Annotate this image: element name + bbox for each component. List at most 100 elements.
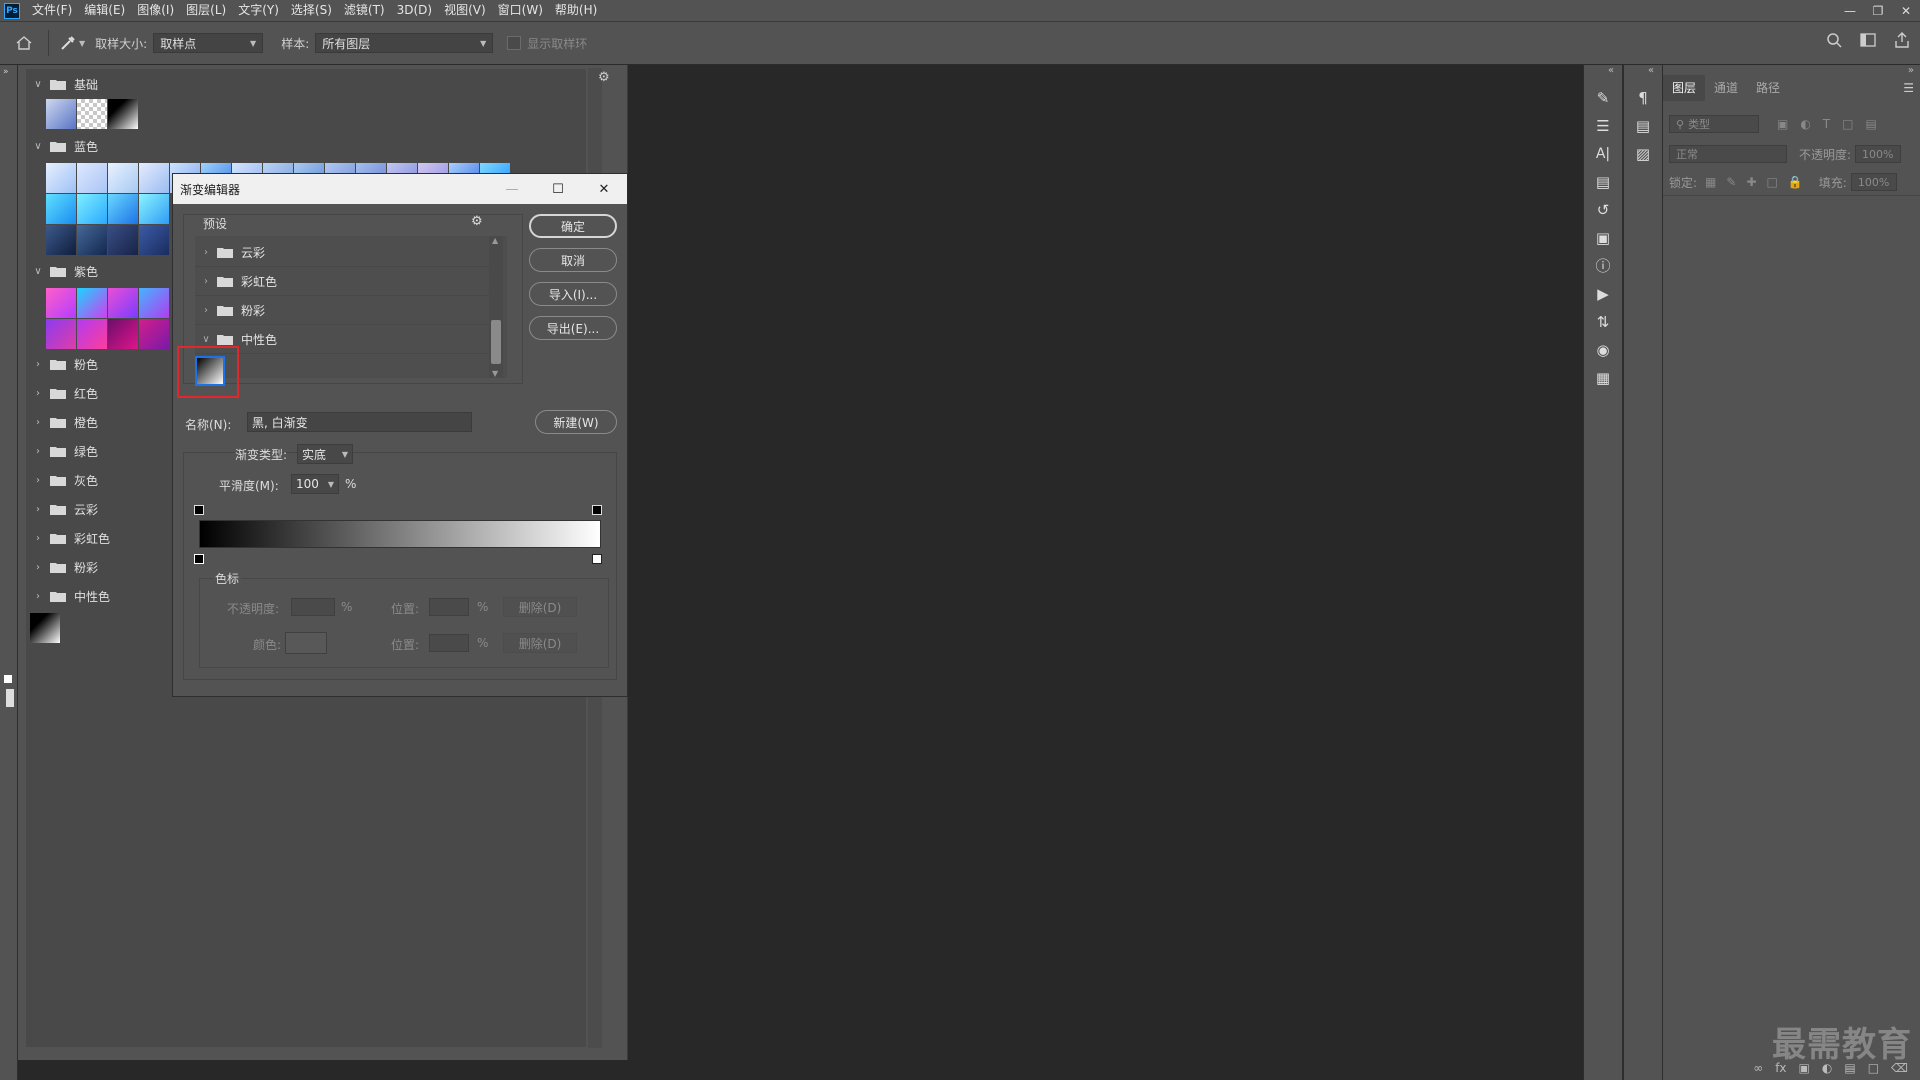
menu-filter[interactable]: 滤镜(T) [338, 0, 391, 21]
workspace-icon[interactable] [1860, 32, 1876, 48]
gradient-swatch[interactable] [77, 194, 107, 224]
link-icon[interactable]: ∞ [1753, 1061, 1763, 1075]
table-icon[interactable]: ▦ [1584, 367, 1622, 389]
gear-icon[interactable]: ⚙ [598, 70, 610, 85]
gradient-swatch[interactable] [108, 99, 138, 129]
new-button[interactable]: 新建(W) [535, 410, 617, 434]
delete-color-stop-button[interactable]: 删除(D) [503, 633, 577, 653]
character-icon[interactable]: A| [1584, 143, 1622, 165]
tab-layers[interactable]: 图层 [1663, 75, 1706, 101]
stop-color-location-field[interactable] [429, 634, 469, 652]
properties-icon[interactable]: ⇅ [1584, 311, 1622, 333]
color-stop-right[interactable] [592, 554, 602, 564]
gradient-swatch[interactable] [139, 288, 169, 318]
sample-size-select[interactable]: 取样点 ▼ [153, 33, 264, 53]
restore-icon[interactable]: ❐ [1864, 0, 1892, 21]
name-input[interactable]: 黑, 白渐变 [247, 412, 472, 432]
menu-image[interactable]: 图像(I) [131, 0, 180, 21]
menu-select[interactable]: 选择(S) [285, 0, 338, 21]
color-stop-left[interactable] [194, 554, 204, 564]
history-icon[interactable]: ↺ [1584, 199, 1622, 221]
gear-icon[interactable]: ⚙ [471, 214, 483, 229]
gradient-swatch[interactable] [46, 288, 76, 318]
gradient-swatch[interactable] [108, 319, 138, 349]
info-icon[interactable]: ⓘ [1584, 255, 1622, 277]
gradient-preview-bar[interactable] [199, 520, 601, 548]
eyedropper-tool-preset[interactable]: ▼ [59, 34, 85, 52]
gradient-swatch[interactable] [46, 319, 76, 349]
tool-slot[interactable] [4, 675, 12, 683]
tool-slot[interactable] [6, 689, 14, 707]
scroll-up-icon[interactable]: ▲ [492, 236, 498, 245]
collapse-icon[interactable]: « [1648, 65, 1654, 76]
layer-kind-select[interactable]: ⚲ 类型 [1669, 115, 1759, 133]
gradient-swatch[interactable] [108, 225, 138, 255]
fill-field[interactable]: 100% [1850, 173, 1897, 191]
libraries-icon[interactable]: ▣ [1584, 227, 1622, 249]
scroll-down-icon[interactable]: ▼ [492, 369, 498, 378]
menu-type[interactable]: 文字(Y) [232, 0, 285, 21]
notes-icon[interactable]: ▨ [1624, 143, 1662, 165]
expand-icon[interactable]: » [1908, 65, 1914, 76]
menu-edit[interactable]: 编辑(E) [78, 0, 131, 21]
gradient-type-select[interactable]: 实底 ▼ [297, 444, 353, 464]
gradient-swatch[interactable] [139, 319, 169, 349]
home-icon[interactable] [10, 36, 38, 50]
tab-channels[interactable]: 通道 [1705, 75, 1747, 101]
cancel-button[interactable]: 取消 [529, 248, 617, 272]
gradient-swatch[interactable] [46, 163, 76, 193]
preset-folder-pastel[interactable]: › 粉彩 [195, 296, 489, 325]
actions-play-icon[interactable]: ▶ [1584, 283, 1622, 305]
minimize-icon[interactable]: — [1836, 0, 1864, 21]
scroll-thumb[interactable] [491, 320, 501, 364]
minimize-icon[interactable]: — [489, 174, 535, 204]
group-blue[interactable]: ∨ 蓝色 [26, 133, 586, 159]
opacity-stop-right[interactable] [592, 505, 602, 515]
menu-3d[interactable]: 3D(D) [391, 0, 438, 21]
gradient-swatch[interactable] [108, 163, 138, 193]
menu-help[interactable]: 帮助(H) [549, 0, 603, 21]
gradient-swatch[interactable] [46, 194, 76, 224]
gradient-swatch[interactable] [108, 194, 138, 224]
opacity-field[interactable]: 100% [1855, 145, 1902, 163]
delete-opacity-stop-button[interactable]: 删除(D) [503, 597, 577, 617]
3d-icon[interactable]: ◉ [1584, 339, 1622, 361]
search-icon[interactable] [1826, 32, 1842, 48]
sample-select[interactable]: 所有图层 ▼ [315, 33, 494, 53]
share-icon[interactable] [1894, 32, 1910, 48]
gradient-swatch[interactable] [77, 163, 107, 193]
gradient-swatch[interactable] [139, 194, 169, 224]
gradient-swatch[interactable] [46, 225, 76, 255]
panel-menu-icon[interactable]: ☰ [1903, 81, 1914, 95]
ok-button[interactable]: 确定 [529, 214, 617, 238]
export-button[interactable]: 导出(E)... [529, 316, 617, 340]
blend-mode-select[interactable]: 正常 [1669, 145, 1787, 163]
gradient-swatch-custom[interactable] [30, 613, 60, 643]
gradient-swatch[interactable] [108, 288, 138, 318]
menu-view[interactable]: 视图(V) [438, 0, 492, 21]
gradient-swatch[interactable] [139, 163, 169, 193]
collapse-icon[interactable]: « [1608, 65, 1614, 76]
import-button[interactable]: 导入(I)... [529, 282, 617, 306]
group-basic[interactable]: ∨ 基础 [26, 71, 586, 97]
stop-opacity-field[interactable] [291, 598, 335, 616]
close-icon[interactable]: ✕ [581, 174, 627, 204]
stop-color-swatch[interactable] [285, 632, 327, 654]
gradient-swatch[interactable] [77, 99, 107, 129]
gradient-swatch[interactable] [77, 319, 107, 349]
menu-layer[interactable]: 图层(L) [180, 0, 232, 21]
gradient-swatch[interactable] [77, 288, 107, 318]
preset-folder-neutral[interactable]: ∨ 中性色 [195, 325, 489, 354]
collapse-icon[interactable]: » [3, 67, 9, 77]
menu-window[interactable]: 窗口(W) [492, 0, 549, 21]
opacity-stop-left[interactable] [194, 505, 204, 515]
menu-file[interactable]: 文件(F) [26, 0, 78, 21]
tab-paths[interactable]: 路径 [1747, 75, 1789, 101]
gradient-swatch[interactable] [46, 99, 76, 129]
adjustments-icon[interactable]: ☰ [1584, 115, 1622, 137]
smoothness-select[interactable]: 100 ▼ [291, 474, 339, 494]
show-sampling-ring-checkbox[interactable] [507, 36, 522, 50]
stop-opacity-location-field[interactable] [429, 598, 469, 616]
paragraph-styles-icon[interactable]: ▤ [1624, 115, 1662, 137]
maximize-icon[interactable]: ☐ [535, 174, 581, 204]
